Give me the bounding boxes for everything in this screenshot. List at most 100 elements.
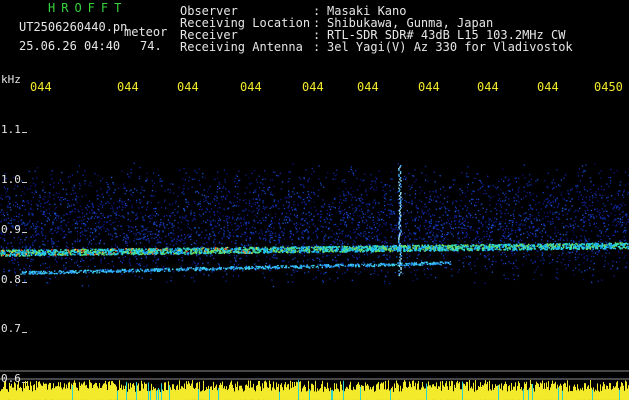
noise-pixel — [349, 216, 351, 218]
noise-pixel — [612, 208, 614, 210]
noise-pixel — [397, 163, 399, 165]
noise-pixel — [177, 211, 179, 213]
noise-pixel — [318, 178, 320, 180]
noise-pixel — [146, 239, 148, 241]
noise-pixel — [434, 181, 436, 183]
noise-pixel — [486, 226, 488, 228]
noise-pixel — [269, 258, 271, 260]
noise-pixel — [484, 265, 486, 268]
noise-pixel — [124, 256, 126, 258]
noise-pixel — [464, 227, 466, 229]
noise-pixel — [209, 185, 211, 188]
noise-pixel — [219, 219, 222, 221]
noise-pixel — [582, 214, 584, 216]
noise-pixel — [187, 226, 189, 228]
noise-pixel — [416, 238, 418, 240]
noise-pixel — [435, 208, 437, 210]
noise-pixel — [366, 206, 368, 208]
noise-pixel — [173, 234, 175, 236]
noise-pixel — [503, 233, 505, 235]
noise-pixel — [322, 281, 324, 283]
noise-pixel — [555, 277, 557, 279]
noise-pixel — [301, 253, 304, 255]
noise-pixel — [64, 198, 66, 200]
noise-pixel — [491, 220, 493, 222]
noise-pixel — [624, 204, 626, 206]
noise-pixel — [138, 237, 140, 239]
noise-pixel — [145, 257, 147, 259]
noise-pixel — [201, 222, 203, 224]
noise-pixel — [549, 262, 551, 264]
noise-pixel — [547, 216, 549, 218]
noise-pixel — [253, 233, 255, 235]
noise-pixel — [98, 233, 100, 235]
noise-pixel — [554, 240, 556, 243]
noise-pixel — [35, 239, 37, 241]
noise-pixel — [469, 213, 471, 215]
noise-pixel — [287, 261, 290, 263]
noise-pixel — [341, 209, 343, 211]
trace-pixel — [576, 243, 578, 245]
noise-pixel — [55, 212, 57, 214]
noise-pixel — [281, 181, 284, 183]
noise-pixel — [54, 229, 56, 232]
noise-pixel — [504, 222, 506, 225]
noise-pixel — [206, 191, 209, 193]
noise-pixel — [564, 208, 566, 210]
noise-pixel — [365, 233, 367, 235]
noise-pixel — [429, 191, 431, 193]
noise-pixel — [154, 215, 156, 217]
noise-pixel — [576, 250, 578, 252]
noise-pixel — [196, 254, 198, 256]
noise-pixel — [52, 186, 55, 188]
noise-pixel — [249, 228, 251, 230]
noise-pixel — [551, 261, 553, 263]
noise-pixel — [402, 272, 404, 275]
noise-pixel — [79, 188, 81, 190]
noise-pixel — [581, 175, 583, 177]
noise-pixel — [504, 231, 506, 233]
noise-pixel — [363, 222, 366, 224]
noise-pixel — [115, 233, 117, 235]
trace-pixel — [518, 246, 520, 249]
trace-pixel — [2, 254, 4, 257]
noise-pixel — [108, 202, 110, 204]
noise-pixel — [153, 208, 155, 210]
noise-pixel — [157, 214, 160, 216]
noise-pixel — [31, 214, 34, 216]
noise-pixel — [99, 220, 101, 222]
noise-pixel — [589, 199, 591, 201]
noise-pixel — [453, 220, 456, 222]
noise-pixel — [182, 243, 185, 245]
noise-pixel — [95, 212, 97, 215]
noise-pixel — [341, 262, 344, 264]
noise-pixel — [370, 183, 372, 185]
noise-pixel — [160, 241, 162, 244]
noise-pixel — [201, 208, 203, 211]
noise-pixel — [610, 203, 612, 205]
noise-pixel — [25, 264, 27, 266]
noise-pixel — [568, 197, 570, 199]
noise-pixel — [344, 213, 346, 215]
noise-pixel — [404, 240, 406, 242]
noise-pixel — [5, 219, 7, 221]
noise-pixel — [74, 227, 76, 229]
noise-pixel — [203, 189, 205, 191]
noise-pixel — [217, 215, 219, 218]
noise-pixel — [309, 196, 311, 199]
noise-pixel — [568, 193, 570, 195]
noise-pixel — [619, 218, 621, 220]
noise-pixel — [500, 226, 502, 228]
noise-pixel — [443, 237, 445, 240]
noise-pixel — [338, 267, 341, 269]
noise-pixel — [442, 226, 444, 229]
noise-pixel — [343, 194, 345, 197]
noise-pixel — [133, 232, 135, 235]
noise-pixel — [430, 199, 433, 201]
noise-pixel — [436, 236, 438, 239]
noise-pixel — [563, 177, 565, 179]
noise-pixel — [438, 231, 440, 233]
noise-pixel — [416, 278, 418, 280]
noise-pixel — [223, 226, 225, 228]
noise-pixel — [336, 260, 338, 262]
